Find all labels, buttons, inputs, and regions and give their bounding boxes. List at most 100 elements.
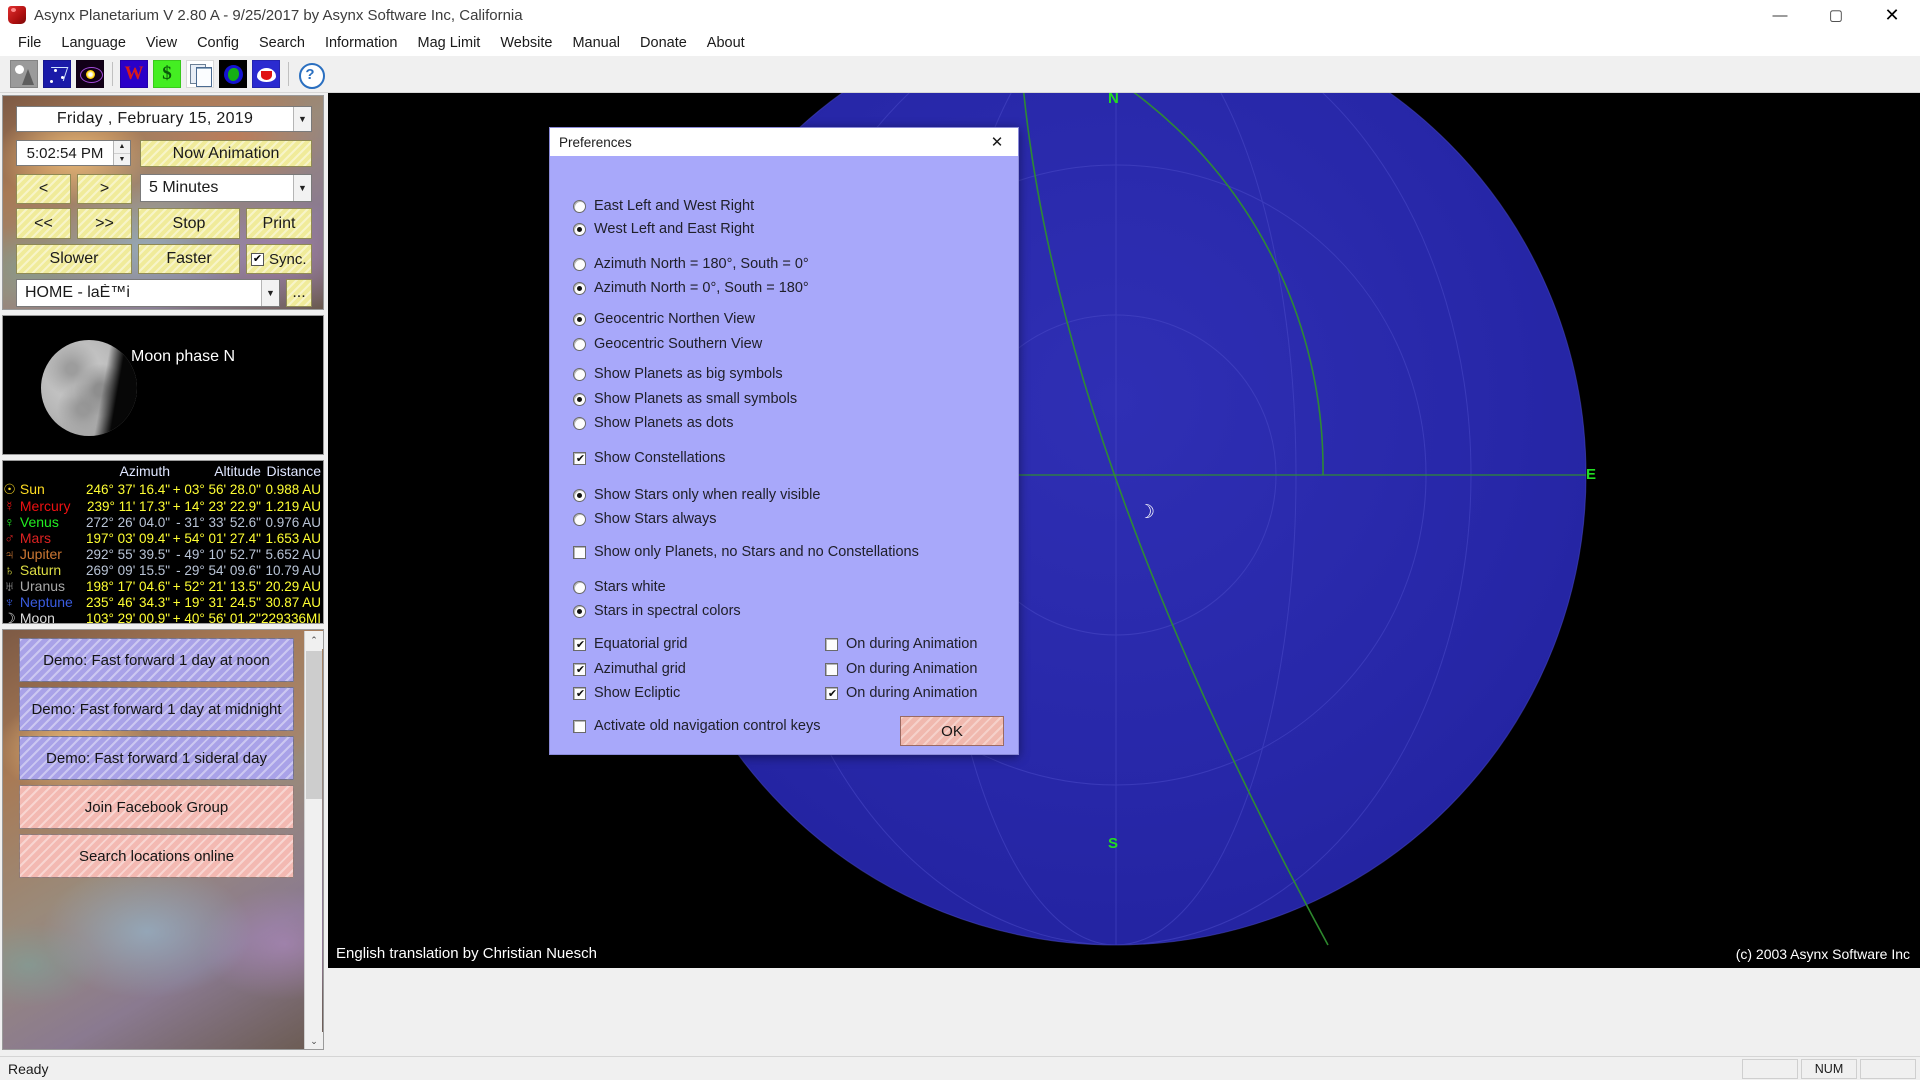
checkbox-indicator (573, 451, 587, 466)
checkbox-on-during-animation[interactable]: On during Animation (825, 685, 977, 701)
radio-show-planets-as-dots[interactable]: Show Planets as dots (573, 415, 733, 431)
option-label: Equatorial grid (594, 636, 688, 652)
copy-icon[interactable] (186, 60, 214, 88)
search-locations-button[interactable]: Search locations online (19, 834, 294, 878)
checkbox-azimuthal-grid[interactable]: Azimuthal grid (573, 661, 686, 677)
checkbox-on-during-animation[interactable]: On during Animation (825, 661, 977, 677)
sync-label: Sync. (269, 250, 307, 268)
radio-azimuth-north-180-south-0[interactable]: Azimuth North = 180°, South = 0° (573, 256, 809, 272)
checkbox-equatorial-grid[interactable]: Equatorial grid (573, 636, 688, 652)
scroll-up-icon[interactable]: ⌃ (305, 631, 323, 649)
radio-geocentric-northen-view[interactable]: Geocentric Northen View (573, 311, 755, 327)
chevron-down-icon[interactable]: ▼ (293, 175, 311, 201)
moon-phase-panel: Moon phase N (2, 315, 324, 455)
planet-symbol-icon: ♆ (4, 594, 15, 610)
menu-language[interactable]: Language (51, 33, 136, 53)
constellation-icon[interactable] (43, 60, 71, 88)
earth-icon[interactable] (219, 60, 247, 88)
radio-west-left-and-east-right[interactable]: West Left and East Right (573, 221, 754, 237)
radio-show-stars-always[interactable]: Show Stars always (573, 511, 717, 527)
chevron-down-icon[interactable]: ▼ (293, 107, 311, 131)
planet-symbol-icon: ♄ (4, 562, 15, 578)
close-button[interactable]: ✕ (1864, 0, 1920, 30)
planet-altitude: + 03° 56' 28.0" (172, 482, 261, 497)
demo-scrollbar[interactable]: ⌃ ⌄ (304, 631, 323, 1049)
location-browse-button[interactable]: ... (286, 279, 312, 307)
maximize-button[interactable]: ▢ (1808, 0, 1864, 30)
demo-button-sideral[interactable]: Demo: Fast forward 1 sideral day (19, 736, 294, 780)
menu-file[interactable]: File (8, 33, 51, 53)
fast-forward-button[interactable]: >> (77, 208, 132, 239)
menu-about[interactable]: About (697, 33, 755, 53)
application-window: Asynx Planetarium V 2.80 A - 9/25/2017 b… (0, 0, 1920, 1080)
wikipedia-icon[interactable]: W (120, 60, 148, 88)
interval-select[interactable]: 5 Minutes ▼ (140, 174, 312, 202)
status-cell-1 (1742, 1058, 1798, 1079)
dialog-close-icon[interactable]: ✕ (976, 128, 1018, 156)
heart-icon[interactable] (252, 60, 280, 88)
option-label: Geocentric Northen View (594, 311, 755, 327)
step-forward-button[interactable]: > (77, 174, 132, 204)
join-facebook-button[interactable]: Join Facebook Group (19, 785, 294, 829)
radio-indicator (573, 416, 586, 430)
checkbox-activate-old-navigation-control-keys[interactable]: Activate old navigation control keys (573, 718, 821, 734)
print-button[interactable]: Print (246, 208, 312, 239)
ok-button[interactable]: OK (900, 716, 1004, 746)
checkbox-indicator (825, 637, 838, 651)
radio-stars-in-spectral-colors[interactable]: Stars in spectral colors (573, 603, 741, 619)
table-row: ♀ Venus 272° 26' 04.0" - 31° 33' 52.6" 0.97… (3, 514, 323, 530)
fast-back-button[interactable]: << (16, 208, 71, 239)
status-bar: Ready NUM (0, 1056, 1920, 1080)
radio-azimuth-north-0-south-180[interactable]: Azimuth North = 0°, South = 180° (573, 280, 809, 296)
option-label: Azimuth North = 0°, South = 180° (594, 280, 809, 296)
chevron-down-icon[interactable]: ▼ (261, 280, 279, 306)
radio-show-planets-as-small-symbols[interactable]: Show Planets as small symbols (573, 391, 797, 407)
menu-donate[interactable]: Donate (630, 33, 697, 53)
slower-button[interactable]: Slower (16, 244, 132, 274)
scroll-down-icon[interactable]: ⌄ (305, 1032, 323, 1049)
menu-information[interactable]: Information (315, 33, 408, 53)
landscape-icon[interactable] (10, 60, 38, 88)
toolbar-separator-2 (288, 62, 289, 86)
menu-manual[interactable]: Manual (562, 33, 630, 53)
planet-azimuth: 197° 03' 09.4" (86, 530, 171, 546)
checkbox-show-only-planets-no-stars-and-no-constellations[interactable]: Show only Planets, no Stars and no Const… (573, 544, 919, 560)
time-field[interactable]: 5:02:54 PM ▲ ▼ (16, 140, 131, 166)
radio-stars-white[interactable]: Stars white (573, 579, 666, 595)
scroll-thumb[interactable] (306, 651, 322, 799)
table-row: ♃ Jupiter 292° 55' 39.5" - 49° 10' 52.7" 5.… (3, 546, 323, 562)
table-row: ☉ Sun 246° 37' 16.4" + 03° 56' 28.0" 0.988 … (3, 481, 323, 498)
donate-icon[interactable]: $ (153, 60, 181, 88)
radio-geocentric-southern-view[interactable]: Geocentric Southern View (573, 336, 762, 352)
stop-button[interactable]: Stop (138, 208, 240, 239)
minimize-button[interactable]: — (1752, 0, 1808, 30)
toolbar-separator-1 (112, 62, 113, 86)
radio-indicator (573, 512, 586, 526)
time-stepper[interactable]: ▲ ▼ (113, 141, 130, 165)
date-field[interactable]: Friday , February 15, 2019 ▼ (16, 106, 312, 132)
checkbox-show-ecliptic[interactable]: Show Ecliptic (573, 685, 680, 701)
checkbox-on-during-animation[interactable]: On during Animation (825, 636, 977, 652)
menu-mag-limit[interactable]: Mag Limit (407, 33, 490, 53)
menu-search[interactable]: Search (249, 33, 315, 53)
orbit-icon[interactable] (76, 60, 104, 88)
menu-view[interactable]: View (136, 33, 187, 53)
demo-button-midnight[interactable]: Demo: Fast forward 1 day at midnight (19, 687, 294, 731)
option-label: Show Ecliptic (594, 685, 681, 701)
faster-button[interactable]: Faster (138, 244, 240, 274)
radio-show-stars-only-when-really-visible[interactable]: Show Stars only when really visible (573, 487, 820, 503)
menu-config[interactable]: Config (187, 33, 249, 53)
radio-show-planets-as-big-symbols[interactable]: Show Planets as big symbols (573, 366, 783, 382)
checkbox-show-constellations[interactable]: Show Constellations (573, 450, 725, 466)
menu-website[interactable]: Website (490, 33, 562, 53)
sync-checkbox[interactable]: ✔ Sync. (246, 244, 312, 274)
option-label: Show Planets as small symbols (594, 391, 798, 407)
step-back-button[interactable]: < (16, 174, 71, 204)
demo-button-noon[interactable]: Demo: Fast forward 1 day at noon (19, 638, 294, 682)
now-animation-button[interactable]: Now Animation (140, 140, 312, 167)
planet-symbol-icon: ☽ (3, 610, 16, 624)
help-icon[interactable] (296, 60, 325, 89)
radio-east-left-and-west-right[interactable]: East Left and West Right (573, 198, 754, 214)
location-select[interactable]: HOME - laÈ™i ▼ (16, 279, 280, 307)
option-label: Azimuthal grid (594, 661, 686, 677)
